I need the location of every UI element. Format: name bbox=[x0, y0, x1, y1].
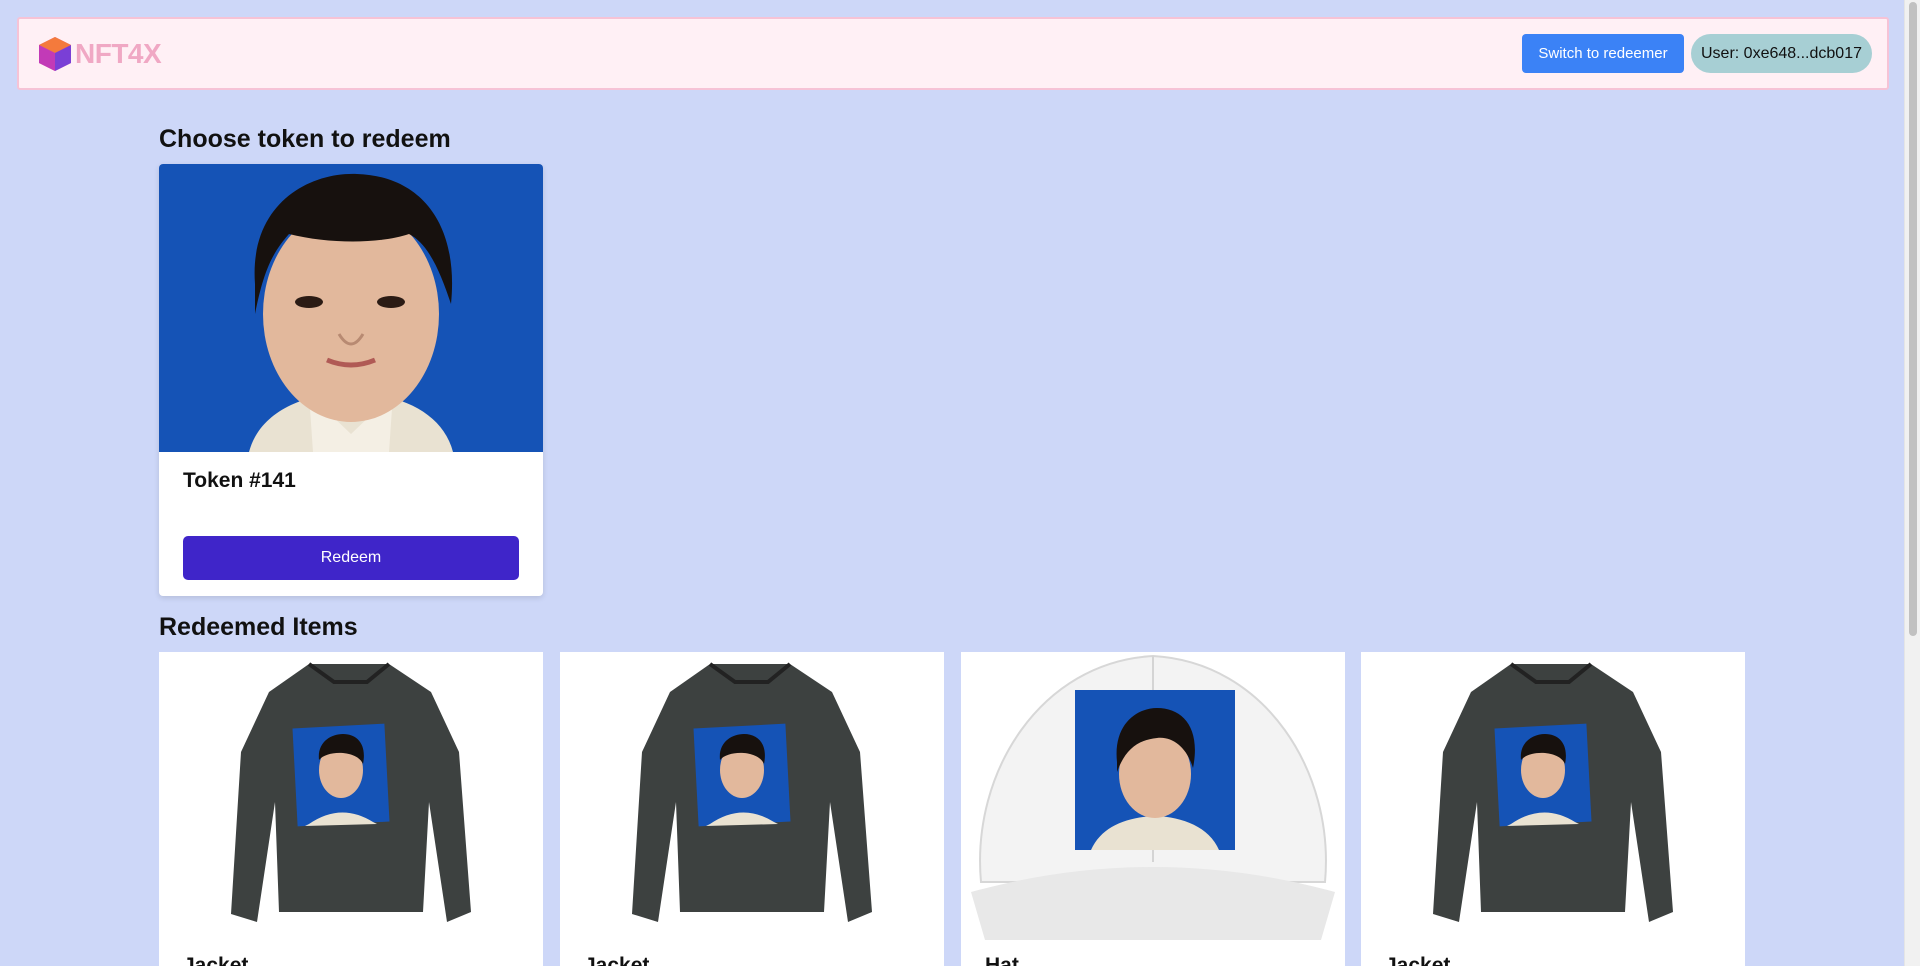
top-nav-bar: NFT4X Switch to redeemer User: 0xe648...… bbox=[17, 17, 1889, 90]
logo[interactable]: NFT4X bbox=[37, 35, 162, 73]
scrollbar-thumb[interactable] bbox=[1909, 2, 1917, 636]
choose-token-heading: Choose token to redeem bbox=[159, 125, 451, 153]
redeemed-item-label: Jacket bbox=[584, 954, 650, 966]
cube-logo-icon bbox=[39, 37, 71, 71]
redeemed-item-card[interactable]: Jacket bbox=[1361, 652, 1745, 966]
jacket-icon bbox=[632, 662, 872, 922]
redeemed-item-card[interactable]: Jacket bbox=[159, 652, 543, 966]
redeemed-item-card[interactable]: Hat bbox=[961, 652, 1345, 966]
page-scrollbar[interactable] bbox=[1904, 0, 1920, 966]
redeemed-item-label: Hat bbox=[985, 954, 1019, 966]
jacket-icon bbox=[231, 662, 471, 922]
redeemed-items-heading: Redeemed Items bbox=[159, 613, 358, 641]
jacket-icon bbox=[1433, 662, 1673, 922]
logo-text: NFT4X bbox=[75, 38, 162, 69]
redeemed-item-card[interactable]: Jacket bbox=[560, 652, 944, 966]
token-card: Token #141 Redeem bbox=[159, 164, 543, 596]
hat-icon bbox=[971, 654, 1335, 940]
redeem-button[interactable]: Redeem bbox=[183, 536, 519, 580]
redeemed-item-label: Jacket bbox=[183, 954, 249, 966]
user-address-badge[interactable]: User: 0xe648...dcb017 bbox=[1691, 34, 1872, 73]
switch-to-redeemer-button[interactable]: Switch to redeemer bbox=[1522, 34, 1684, 73]
redeemed-item-label: Jacket bbox=[1385, 954, 1451, 966]
token-name: Token #141 bbox=[183, 469, 296, 492]
token-portrait-image bbox=[159, 164, 543, 452]
